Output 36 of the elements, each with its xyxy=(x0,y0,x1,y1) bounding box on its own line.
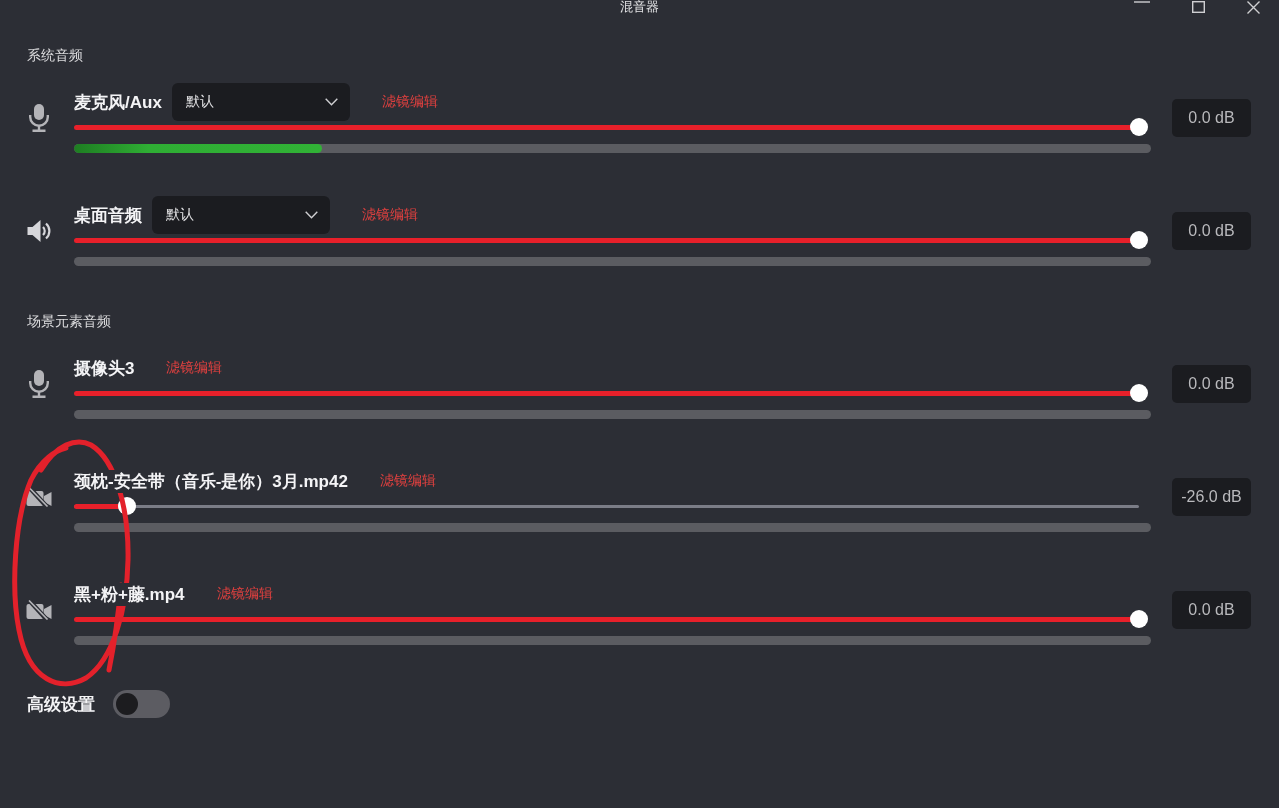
window-title: 混音器 xyxy=(620,0,659,14)
toggle-switch[interactable] xyxy=(113,690,170,718)
volume-readout: 0.0 dB xyxy=(1172,365,1251,403)
camera-off-icon xyxy=(26,600,52,620)
filter-edit-link[interactable]: 滤镜编辑 xyxy=(379,472,436,490)
filter-edit-link[interactable]: 滤镜编辑 xyxy=(362,206,418,224)
volume-slider[interactable] xyxy=(74,497,1139,515)
slider-thumb[interactable] xyxy=(1130,384,1148,402)
source-name: 摄像头3 xyxy=(74,356,135,380)
source-name: 麦克风/Aux xyxy=(74,90,162,114)
filter-edit-link[interactable]: 滤镜编辑 xyxy=(166,359,223,377)
slider-thumb[interactable] xyxy=(1130,118,1148,136)
speaker-icon xyxy=(26,219,52,243)
device-dropdown[interactable]: 默认 xyxy=(152,196,330,234)
close-icon[interactable] xyxy=(1247,1,1260,14)
section-heading: 场景元素音频 xyxy=(27,313,111,329)
slider-thumb[interactable] xyxy=(1130,231,1148,249)
slider-thumb[interactable] xyxy=(1130,610,1148,628)
source-name: 黑+粉+藤.mp4 xyxy=(74,582,185,606)
device-dropdown[interactable]: 默认 xyxy=(171,83,350,121)
filter-edit-link[interactable]: 滤镜编辑 xyxy=(216,585,273,603)
volume-readout: 0.0 dB xyxy=(1172,99,1251,137)
chevron-down-icon xyxy=(305,211,318,219)
filter-edit-link[interactable]: 滤镜编辑 xyxy=(381,93,438,111)
volume-readout: 0.0 dB xyxy=(1172,591,1251,629)
camera-off-icon xyxy=(26,487,52,507)
microphone-icon xyxy=(28,370,50,398)
volume-readout: 0.0 dB xyxy=(1172,212,1251,250)
section-heading: 系统音频 xyxy=(27,47,83,63)
source-name: 桌面音频 xyxy=(74,203,142,227)
microphone-icon xyxy=(28,104,50,132)
maximize-icon[interactable] xyxy=(1192,1,1205,13)
volume-readout: -26.0 dB xyxy=(1172,478,1251,516)
source-name: 颈枕-安全带（音乐-是你）3月.mp42 xyxy=(74,469,348,493)
chevron-down-icon xyxy=(324,98,338,106)
setting-label: 高级设置 xyxy=(27,693,95,716)
